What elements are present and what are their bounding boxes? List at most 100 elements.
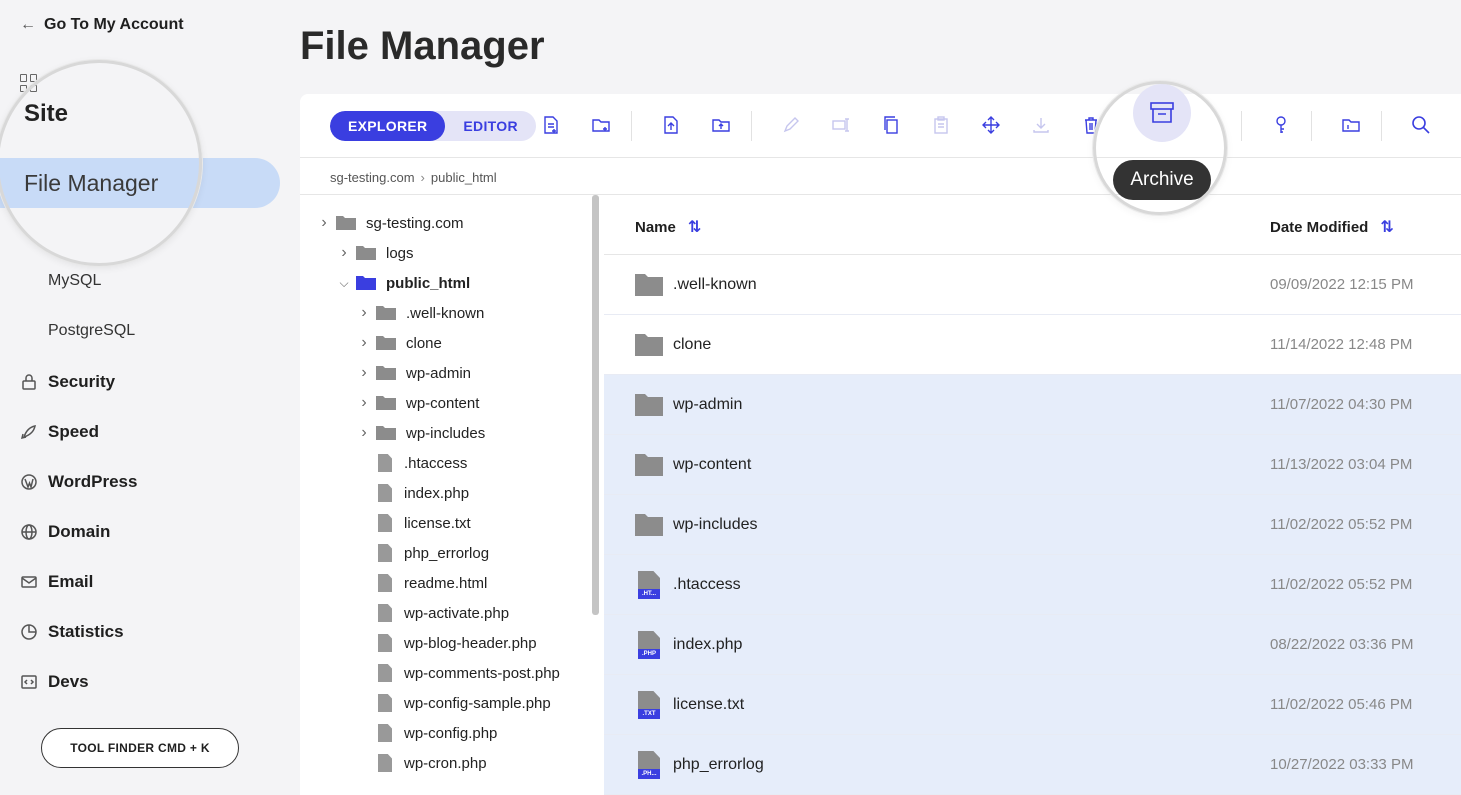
file-icon xyxy=(378,724,392,742)
tree-item[interactable]: wp-blog-header.php xyxy=(356,633,537,653)
file-name: .well-known xyxy=(673,275,757,293)
breadcrumb-item[interactable]: public_html xyxy=(431,170,497,185)
tool-finder-button[interactable]: TOOL FINDER CMD + K xyxy=(41,728,239,768)
table-row[interactable]: .PHP index.php 08/22/2022 03:36 PM xyxy=(604,615,1461,675)
delete-icon[interactable] xyxy=(1080,114,1102,136)
column-name[interactable]: Name ⇅ xyxy=(635,217,701,237)
table-row[interactable]: .PH... php_errorlog 10/27/2022 03:33 PM xyxy=(604,735,1461,795)
folder-info-icon[interactable] xyxy=(1340,114,1362,136)
column-date-modified[interactable]: Date Modified ⇅ xyxy=(1270,217,1394,237)
table-row[interactable]: wp-admin 11/07/2022 04:30 PM xyxy=(604,375,1461,435)
tree-item[interactable]: › sg-testing.com xyxy=(316,213,464,233)
tree-item[interactable]: ⌵ public_html xyxy=(336,273,470,293)
tree-item[interactable]: › .well-known xyxy=(356,303,484,323)
sidebar-item-domain[interactable]: Domain xyxy=(20,522,110,542)
upload-file-icon[interactable] xyxy=(660,114,682,136)
file-icon xyxy=(378,634,392,652)
search-icon[interactable] xyxy=(1410,114,1432,136)
toolbar: EXPLORER EDITOR xyxy=(300,94,1461,158)
arrow-left-icon: ← xyxy=(20,16,36,33)
chevron-right-icon[interactable]: › xyxy=(356,394,372,412)
go-to-account-label: Go To My Account xyxy=(44,16,184,33)
chevron-right-icon[interactable]: › xyxy=(336,244,352,262)
tree-item[interactable]: index.php xyxy=(356,483,469,503)
tree-item[interactable]: › wp-content xyxy=(356,393,479,413)
archive-button[interactable] xyxy=(1133,84,1191,142)
tab-explorer[interactable]: EXPLORER xyxy=(330,111,446,141)
file-name: php_errorlog xyxy=(673,755,764,773)
tree-scrollbar[interactable] xyxy=(592,195,599,615)
file-date: 11/13/2022 03:04 PM xyxy=(1270,456,1413,473)
chevron-down-icon[interactable]: ⌵ xyxy=(336,276,352,291)
file-date: 09/09/2022 12:15 PM xyxy=(1270,276,1414,293)
file-manager-panel: EXPLORER EDITOR sg-testing.com › public_… xyxy=(300,94,1461,795)
file-type-badge: .HT... xyxy=(638,589,660,599)
tree-item-label: index.php xyxy=(404,484,470,502)
table-row[interactable]: .HT... .htaccess 11/02/2022 05:52 PM xyxy=(604,555,1461,615)
tree-item[interactable]: › clone xyxy=(356,333,442,353)
file-date: 10/27/2022 03:33 PM xyxy=(1270,756,1414,773)
sidebar-item-speed[interactable]: Speed xyxy=(20,422,99,442)
sidebar-item-email[interactable]: Email xyxy=(20,572,93,592)
tree-item[interactable]: .htaccess xyxy=(356,453,467,473)
folder-icon xyxy=(635,273,663,296)
folder-icon xyxy=(635,393,663,416)
sidebar-item-postgresql[interactable]: PostgreSQL xyxy=(48,322,135,340)
folder-tree: › sg-testing.com › logs ⌵ public_html › .well-k… xyxy=(300,195,600,795)
table-row[interactable]: wp-content 11/13/2022 03:04 PM xyxy=(604,435,1461,495)
tree-item[interactable]: wp-cron.php xyxy=(356,753,487,773)
tree-item[interactable]: wp-config.php xyxy=(356,723,497,743)
tree-item[interactable]: license.txt xyxy=(356,513,471,533)
file-date: 11/02/2022 05:46 PM xyxy=(1270,696,1413,713)
tree-item-label: wp-content xyxy=(406,394,480,412)
tree-item[interactable]: › logs xyxy=(336,243,413,263)
sidebar-item-statistics[interactable]: Statistics xyxy=(20,622,124,642)
permissions-key-icon[interactable] xyxy=(1270,114,1292,136)
folder-icon xyxy=(635,453,663,476)
file-icon xyxy=(378,574,392,592)
new-folder-icon[interactable] xyxy=(590,114,612,136)
tree-item[interactable]: wp-config-sample.php xyxy=(356,693,551,713)
move-icon[interactable] xyxy=(980,114,1002,136)
sort-icon[interactable]: ⇅ xyxy=(1380,217,1393,237)
download-icon xyxy=(1030,114,1052,136)
upload-folder-icon[interactable] xyxy=(710,114,732,136)
tab-editor[interactable]: EDITOR xyxy=(445,111,535,141)
tree-item[interactable]: wp-comments-post.php xyxy=(356,663,560,683)
tree-item[interactable]: › wp-includes xyxy=(356,423,485,443)
tree-item[interactable]: wp-activate.php xyxy=(356,603,509,623)
tree-item[interactable]: readme.html xyxy=(356,573,487,593)
grid-icon[interactable] xyxy=(20,74,38,92)
chevron-right-icon[interactable]: › xyxy=(356,424,372,442)
chevron-right-icon[interactable]: › xyxy=(356,334,372,352)
rename-icon xyxy=(830,114,852,136)
sidebar-item-mysql[interactable]: MySQL xyxy=(48,272,101,290)
sidebar-item-wordpress[interactable]: WordPress xyxy=(20,472,137,492)
sidebar-item-devs[interactable]: Devs xyxy=(20,672,89,692)
table-row[interactable]: clone 11/14/2022 12:48 PM xyxy=(604,315,1461,375)
tree-item-label: sg-testing.com xyxy=(366,214,464,232)
chevron-right-icon[interactable]: › xyxy=(316,214,332,232)
file-date: 08/22/2022 03:36 PM xyxy=(1270,636,1414,653)
sidebar-item-file-manager[interactable]: File Manager xyxy=(0,158,280,208)
sidebar-item-label: Devs xyxy=(48,672,89,691)
copy-icon[interactable] xyxy=(880,114,902,136)
chevron-right-icon[interactable]: › xyxy=(356,304,372,322)
tree-item-label: wp-cron.php xyxy=(404,754,487,772)
file-date: 11/02/2022 05:52 PM xyxy=(1270,576,1413,593)
new-file-icon[interactable] xyxy=(540,114,562,136)
file-list: Name ⇅ Date Modified ⇅ .well-known 09/09/… xyxy=(604,195,1461,795)
tree-item[interactable]: › wp-admin xyxy=(356,363,471,383)
go-to-account-link[interactable]: ← Go To My Account xyxy=(20,16,184,34)
breadcrumb-item[interactable]: sg-testing.com xyxy=(330,170,415,185)
chevron-right-icon[interactable]: › xyxy=(356,364,372,382)
file-name: wp-admin xyxy=(673,395,743,413)
table-row[interactable]: wp-includes 11/02/2022 05:52 PM xyxy=(604,495,1461,555)
sidebar-item-label: Statistics xyxy=(48,622,124,641)
sidebar-item-security[interactable]: Security xyxy=(20,372,115,392)
tree-item[interactable]: php_errorlog xyxy=(356,543,489,563)
table-row[interactable]: .well-known 09/09/2022 12:15 PM xyxy=(604,255,1461,315)
table-row[interactable]: .TXT license.txt 11/02/2022 05:46 PM xyxy=(604,675,1461,735)
sort-icon[interactable]: ⇅ xyxy=(688,217,701,237)
file-name: index.php xyxy=(673,635,743,653)
